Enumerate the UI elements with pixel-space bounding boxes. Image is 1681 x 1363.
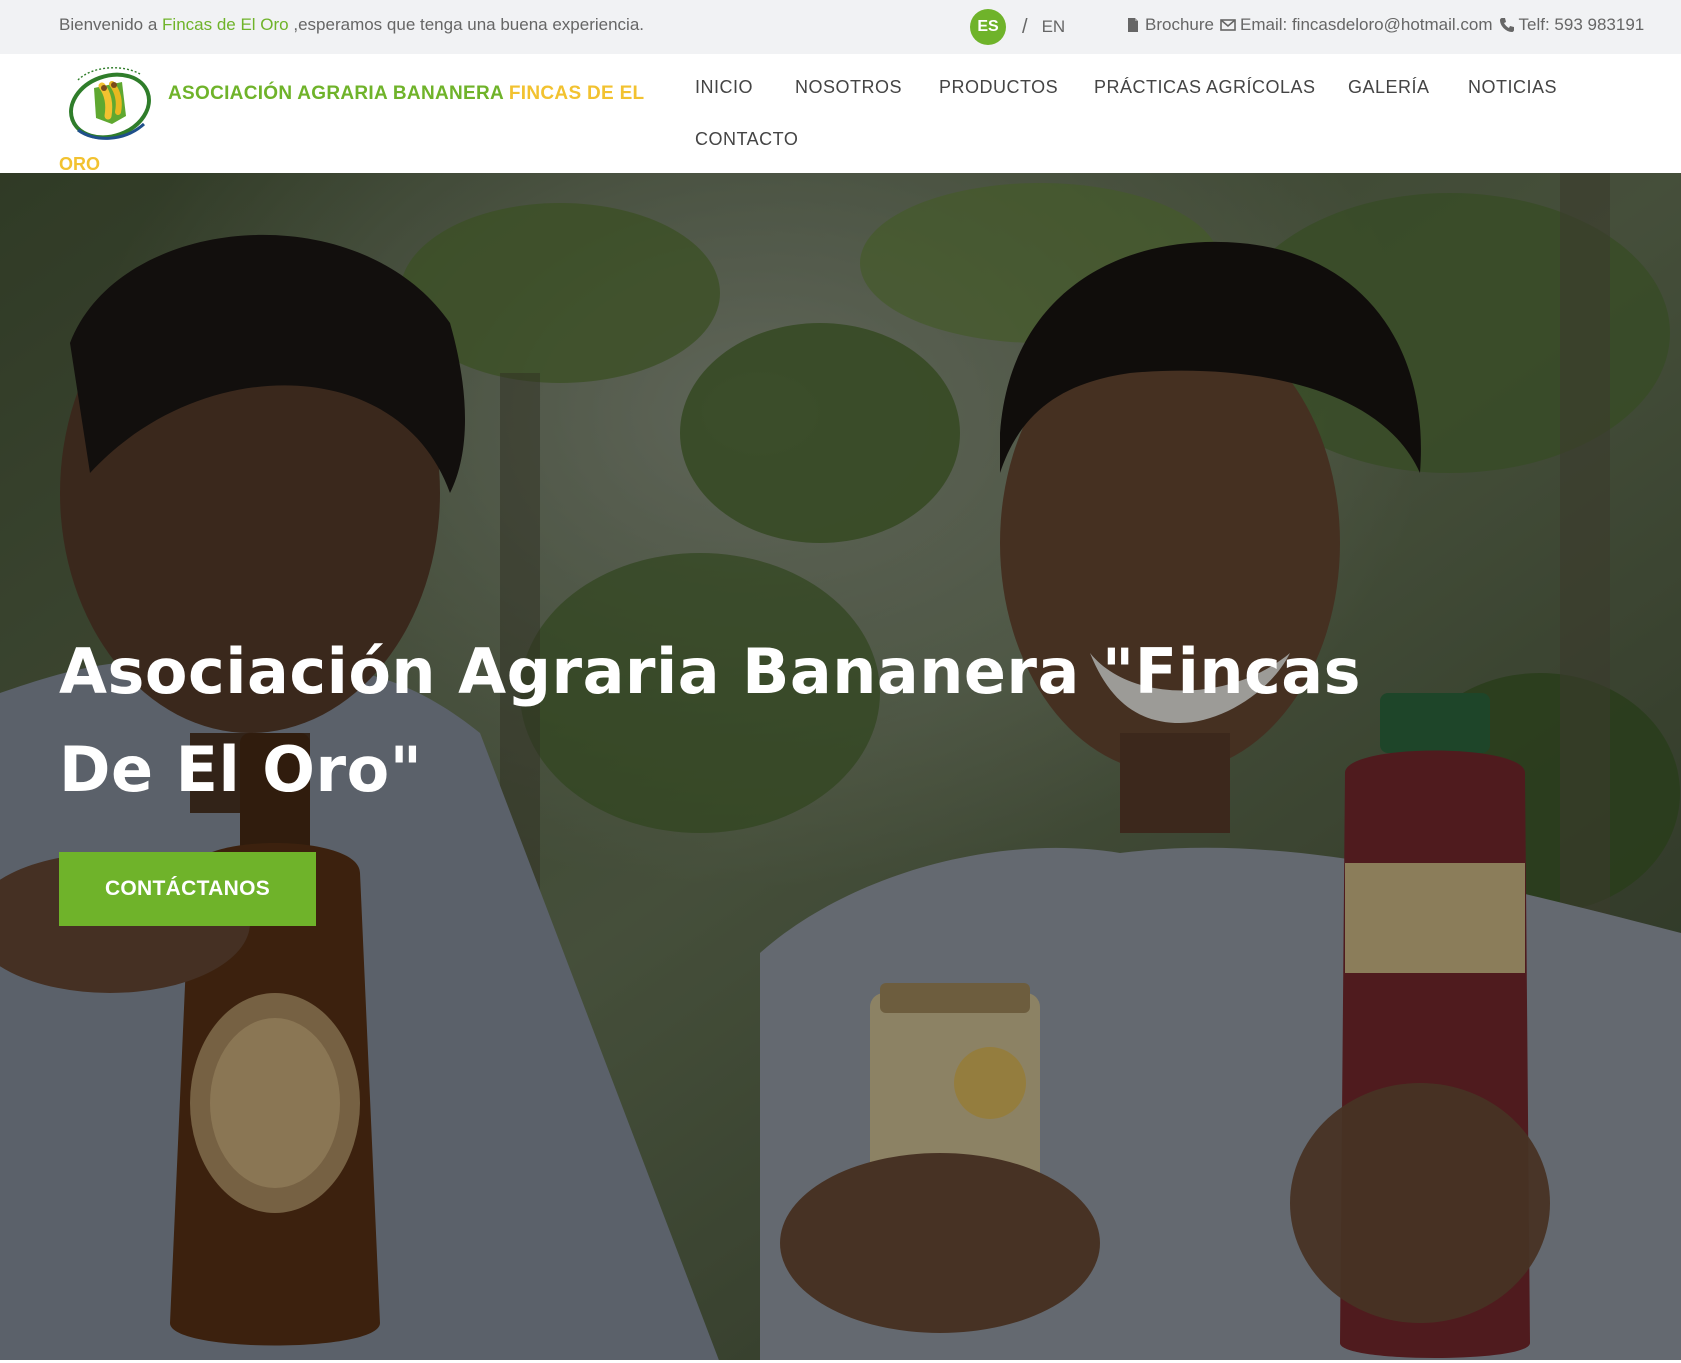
phone-label: Telf: 593 983191 [1518, 15, 1645, 34]
hero-section: Asociación Agraria Bananera "Fincas De E… [0, 173, 1681, 1363]
phone-link[interactable]: Telf: 593 983191 [1499, 15, 1645, 35]
contact-info: Brochure Email: fincasdeloro@hotmail.com… [1125, 15, 1650, 35]
site-header: ASOCIACIÓN AGRARIA BANANERA FINCAS DE EL… [0, 54, 1681, 175]
logo-icon[interactable] [64, 58, 156, 150]
nav-item-nosotros[interactable]: NOSOTROS [795, 77, 902, 98]
hero-title: Asociación Agraria Bananera "Fincas De E… [59, 623, 1399, 819]
language-en-button[interactable]: EN [1042, 17, 1066, 37]
nav-item-practicas-agricolas[interactable]: PRÁCTICAS AGRÍCOLAS [1094, 77, 1316, 98]
welcome-suffix: ,esperamos que tenga una buena experienc… [288, 15, 645, 34]
welcome-message: Bienvenido a Fincas de El Oro ,esperamos… [59, 15, 644, 35]
hero-title-line2: De El Oro" [59, 733, 423, 806]
envelope-icon [1220, 19, 1236, 31]
welcome-prefix: Bienvenido a [59, 15, 163, 34]
nav-item-productos[interactable]: PRODUCTOS [939, 77, 1058, 98]
contact-us-button[interactable]: CONTÁCTANOS [59, 852, 316, 926]
email-label: Email: fincasdeloro@hotmail.com [1239, 15, 1493, 34]
file-icon [1128, 18, 1138, 32]
brochure-link[interactable]: Brochure [1125, 15, 1214, 35]
brand-name-line2[interactable]: ORO [59, 154, 100, 175]
phone-icon [1499, 18, 1514, 32]
top-bar: Bienvenido a Fincas de El Oro ,esperamos… [0, 0, 1681, 54]
nav-item-contacto[interactable]: CONTACTO [695, 129, 798, 150]
language-es-button[interactable]: ES [970, 9, 1006, 45]
nav-item-inicio[interactable]: INICIO [695, 77, 753, 98]
brand-green-text: ASOCIACIÓN AGRARIA BANANERA [168, 83, 509, 104]
brand-yellow-text: FINCAS DE EL [508, 83, 645, 104]
welcome-highlight-link[interactable]: Fincas de El Oro [162, 15, 289, 34]
hero-title-line1: Asociación Agraria Bananera "Fincas [59, 635, 1361, 708]
nav-item-noticias[interactable]: NOTICIAS [1468, 77, 1557, 98]
email-link[interactable]: Email: fincasdeloro@hotmail.com [1220, 15, 1493, 35]
language-switcher: ES / EN [970, 9, 1065, 45]
brochure-label: Brochure [1145, 15, 1214, 34]
language-separator: / [1022, 15, 1028, 38]
brand-name[interactable]: ASOCIACIÓN AGRARIA BANANERA FINCAS DE EL [168, 83, 644, 105]
nav-item-galeria[interactable]: GALERÍA [1348, 77, 1430, 98]
